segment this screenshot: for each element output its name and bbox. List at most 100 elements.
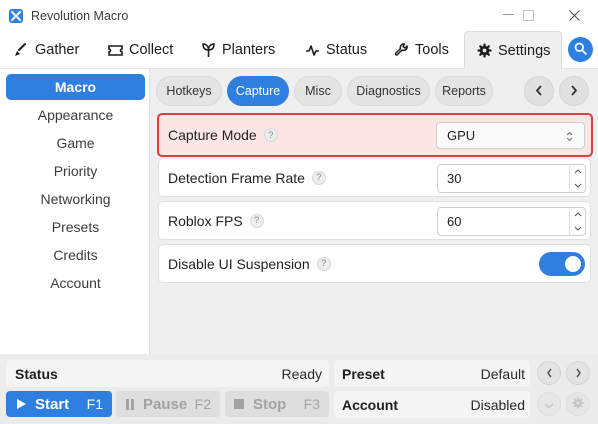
chevron-right-icon	[575, 366, 582, 381]
account-label: Account	[342, 397, 398, 413]
tab-label: Tools	[415, 42, 449, 58]
start-hotkey: F1	[86, 396, 103, 412]
input-value: 60	[447, 214, 462, 229]
sidebar-item-account[interactable]: Account	[6, 270, 145, 296]
increment-button[interactable]	[570, 208, 585, 222]
disable-ui-suspension-toggle[interactable]	[539, 252, 585, 276]
stepper	[569, 165, 585, 192]
preset-next-button[interactable]	[566, 361, 590, 385]
stepper	[569, 208, 585, 235]
tab-label: Planters	[222, 42, 276, 58]
subtab-capture[interactable]: Capture	[227, 76, 289, 106]
subtab-hotkeys[interactable]: Hotkeys	[156, 76, 222, 106]
tab-tools[interactable]: Tools	[394, 31, 449, 69]
account-value: Disabled	[470, 397, 525, 413]
gear-icon	[572, 396, 584, 412]
main-nav: Gather Collect Planters Status Tools Set…	[0, 31, 598, 69]
pulse-icon	[305, 44, 320, 57]
subtab-reports[interactable]: Reports	[435, 76, 493, 106]
roblox-fps-label: Roblox FPS ?	[168, 202, 264, 239]
sidebar-item-presets[interactable]: Presets	[6, 214, 145, 240]
pause-hotkey: F2	[194, 396, 211, 412]
help-icon[interactable]: ?	[316, 256, 331, 271]
subtab-misc[interactable]: Misc	[294, 76, 342, 106]
capture-mode-label: Capture Mode ?	[168, 115, 278, 155]
tab-settings[interactable]: Settings	[464, 31, 562, 69]
roblox-fps-row: Roblox FPS ? 60	[158, 201, 591, 240]
close-button[interactable]	[556, 4, 592, 26]
sidebar-item-credits[interactable]: Credits	[6, 242, 145, 268]
tab-planters[interactable]: Planters	[201, 31, 275, 69]
start-button[interactable]: Start F1	[6, 391, 112, 417]
pause-button[interactable]: Pause F2	[116, 391, 220, 417]
play-icon	[16, 398, 27, 410]
chevron-left-icon	[535, 84, 543, 99]
select-value: GPU	[447, 128, 476, 143]
chevron-left-icon	[546, 366, 553, 381]
tab-gather[interactable]: Gather	[13, 31, 79, 69]
gear-icon	[477, 43, 492, 58]
sprout-icon	[201, 42, 216, 58]
toggle-knob	[565, 256, 581, 272]
stop-button[interactable]: Stop F3	[225, 391, 329, 417]
maximize-button[interactable]	[510, 4, 546, 26]
tab-label: Collect	[129, 42, 174, 58]
help-icon[interactable]: ?	[311, 170, 326, 185]
tab-collect[interactable]: Collect	[108, 31, 173, 69]
subtab-prev-button[interactable]	[524, 76, 554, 106]
help-icon[interactable]: ?	[249, 213, 264, 228]
help-icon[interactable]: ?	[263, 128, 278, 142]
account-dropdown-button[interactable]	[537, 392, 561, 416]
search-button[interactable]	[568, 37, 593, 62]
chevron-right-icon	[570, 84, 578, 99]
broom-icon	[13, 42, 29, 58]
disable-ui-suspension-row: Disable UI Suspension ?	[158, 244, 591, 283]
setting-label: Detection Frame Rate	[168, 169, 305, 186]
status-label: Status	[15, 366, 58, 382]
input-value: 30	[447, 171, 462, 186]
preset-label: Preset	[342, 366, 385, 382]
chevron-down-icon	[544, 397, 554, 412]
ticket-icon	[108, 44, 123, 57]
subtab-next-button[interactable]	[559, 76, 589, 106]
account-settings-button[interactable]	[566, 392, 590, 416]
decrement-button[interactable]	[570, 222, 585, 236]
stop-icon	[234, 399, 244, 409]
sidebar-item-game[interactable]: Game	[6, 130, 145, 156]
decrement-button[interactable]	[570, 179, 585, 193]
status-bar: Status Ready Preset Default Start F1 Pau…	[0, 355, 598, 424]
setting-label: Disable UI Suspension	[168, 255, 310, 272]
increment-button[interactable]	[570, 165, 585, 179]
capture-mode-select[interactable]: GPU	[436, 122, 585, 149]
search-icon	[574, 42, 587, 58]
pause-icon	[125, 398, 135, 410]
updown-chevron-icon	[566, 130, 573, 145]
start-label: Start	[35, 395, 70, 413]
sidebar-item-macro[interactable]: Macro	[6, 74, 145, 100]
setting-label: Capture Mode	[168, 127, 257, 143]
tab-label: Status	[326, 42, 368, 58]
preset-value: Default	[480, 366, 525, 382]
detection-frame-rate-label: Detection Frame Rate ?	[168, 159, 326, 196]
wrench-icon	[394, 42, 409, 58]
app-logo-icon	[9, 8, 23, 23]
tab-label: Settings	[498, 42, 551, 59]
disable-ui-suspension-label: Disable UI Suspension ?	[168, 245, 331, 282]
detection-frame-rate-input[interactable]: 30	[437, 164, 586, 193]
detection-frame-rate-row: Detection Frame Rate ? 30	[158, 158, 591, 197]
title-bar: Revolution Macro	[0, 0, 598, 31]
preset-prev-button[interactable]	[537, 361, 561, 385]
stop-label: Stop	[253, 395, 287, 413]
roblox-fps-input[interactable]: 60	[437, 207, 586, 236]
subtab-diagnostics[interactable]: Diagnostics	[347, 76, 430, 106]
status-value: Ready	[281, 366, 322, 382]
sidebar-item-priority[interactable]: Priority	[6, 158, 145, 184]
pause-label: Pause	[143, 395, 188, 413]
settings-content: Hotkeys Capture Misc Diagnostics Reports…	[151, 69, 598, 354]
stop-hotkey: F3	[303, 396, 320, 412]
sidebar-item-networking[interactable]: Networking	[6, 186, 145, 212]
tab-label: Gather	[35, 42, 80, 58]
sidebar-item-appearance[interactable]: Appearance	[6, 102, 145, 128]
tab-status[interactable]: Status	[305, 31, 367, 69]
setting-label: Roblox FPS	[168, 212, 243, 229]
